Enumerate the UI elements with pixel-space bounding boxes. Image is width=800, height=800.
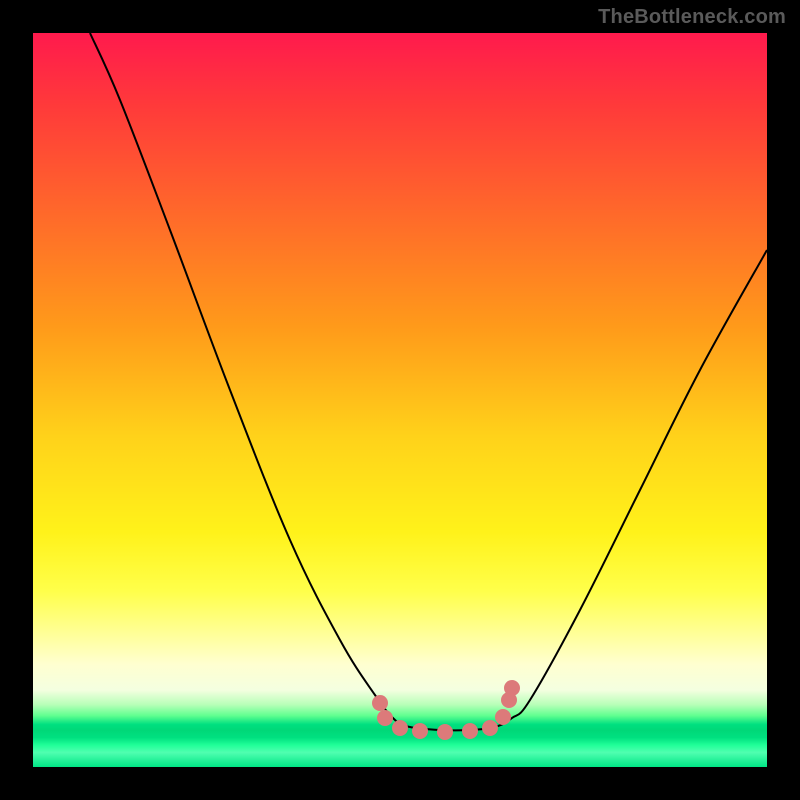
bottleneck-curve [90, 33, 767, 730]
bottom-dot [462, 723, 478, 739]
bottom-dot [437, 724, 453, 740]
bottom-dot [412, 723, 428, 739]
bottom-dots-group [372, 680, 520, 740]
bottom-dot [482, 720, 498, 736]
curve-overlay [0, 0, 800, 800]
watermark-text: TheBottleneck.com [598, 6, 786, 29]
bottom-dot [372, 695, 388, 711]
chart-frame: TheBottleneck.com [0, 0, 800, 800]
bottom-dot [377, 710, 393, 726]
bottom-dot [392, 720, 408, 736]
bottom-dot [495, 709, 511, 725]
bottom-dot [504, 680, 520, 696]
